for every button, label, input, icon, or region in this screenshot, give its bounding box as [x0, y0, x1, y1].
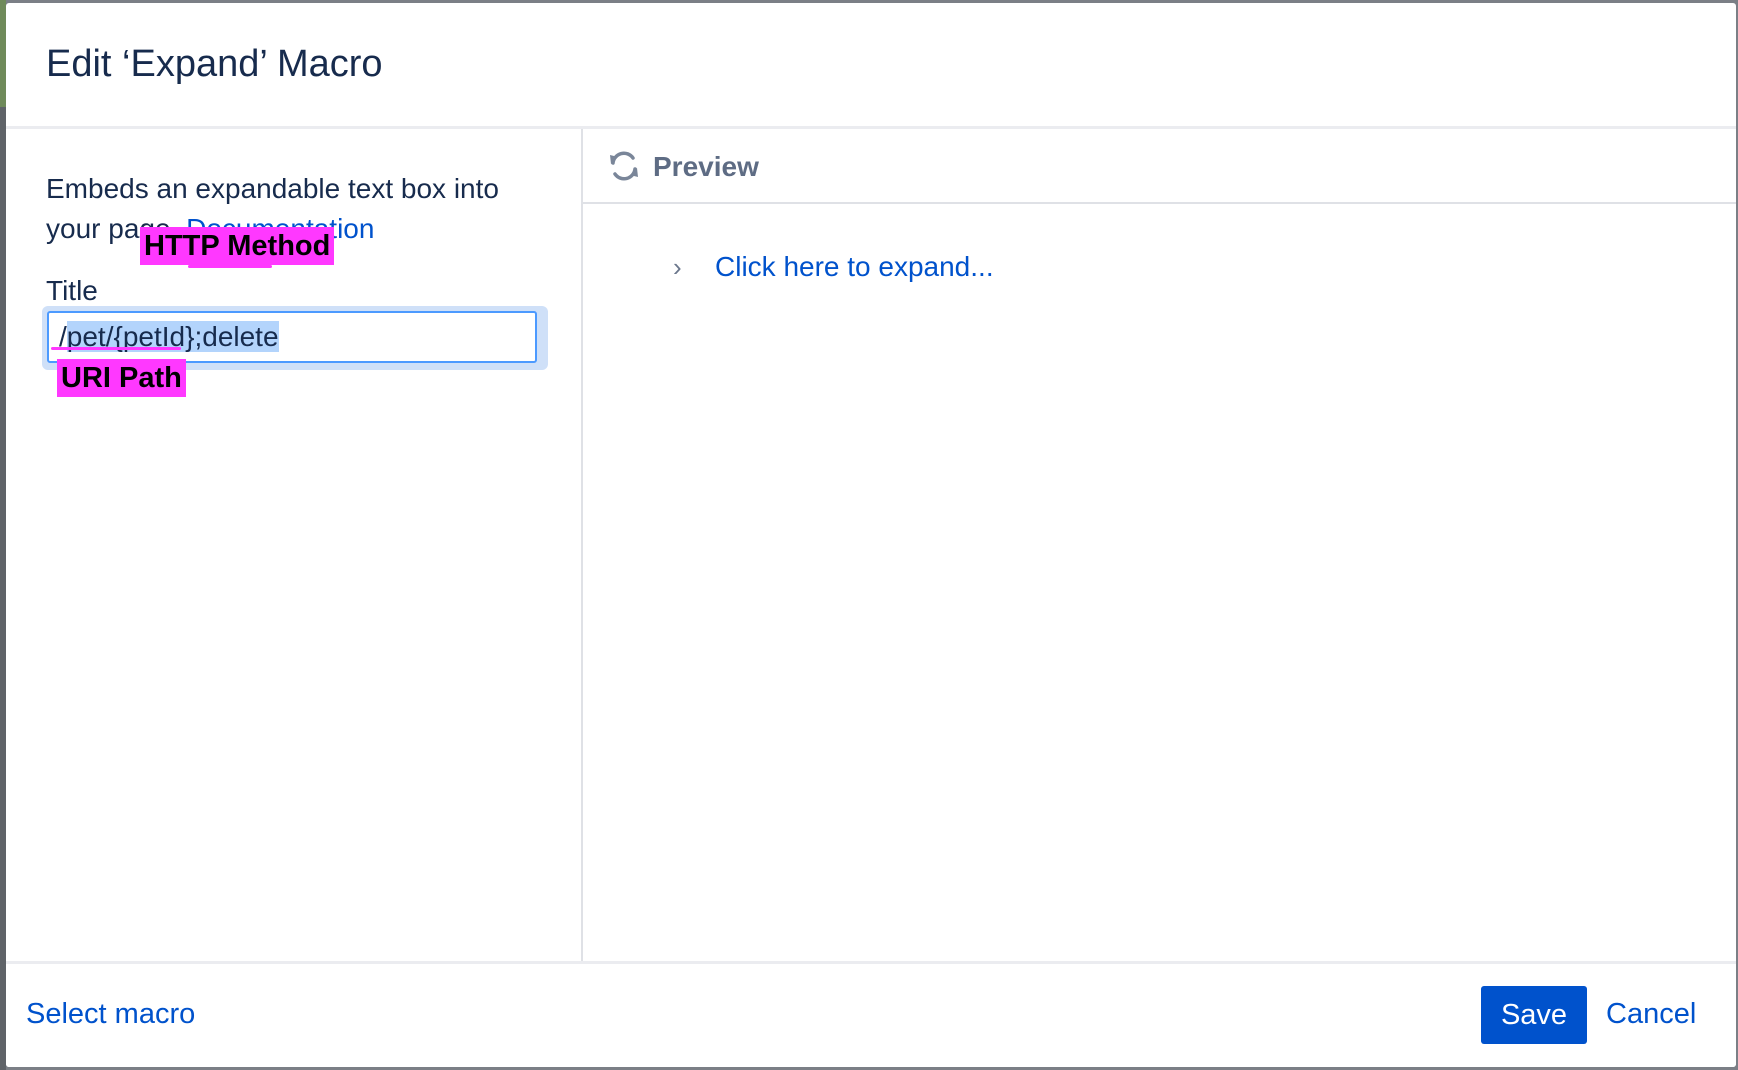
save-button[interactable]: Save: [1481, 986, 1587, 1044]
dialog-header: Edit ‘Expand’ Macro: [6, 3, 1736, 129]
uri-path-underline: [51, 347, 181, 350]
refresh-icon[interactable]: [607, 149, 641, 183]
uri-path-annotation: URI Path: [57, 359, 186, 397]
http-method-annotation: HTTP Method: [140, 227, 335, 265]
title-field-label: Title: [46, 275, 98, 306]
chevron-right-icon: ›: [673, 252, 682, 282]
macro-parameters-panel: Embeds an expandable text box into your …: [6, 129, 583, 961]
title-input[interactable]: /pet/{petId};delete: [47, 311, 537, 363]
preview-label: Preview: [653, 151, 759, 182]
macro-dialog: Edit ‘Expand’ Macro Embeds an expandable…: [6, 3, 1736, 1067]
preview-header: Preview: [583, 129, 1736, 204]
dialog-title: Edit ‘Expand’ Macro: [46, 43, 383, 85]
expand-link[interactable]: Click here to expand...: [715, 251, 994, 283]
select-macro-link[interactable]: Select macro: [26, 998, 195, 1031]
http-method-underline: [188, 265, 272, 268]
cancel-button[interactable]: Cancel: [1606, 998, 1696, 1031]
preview-panel: Preview › Click here to expand...: [583, 129, 1736, 961]
expand-toggle[interactable]: › Click here to expand...: [673, 251, 994, 283]
dialog-footer: Select macro Save Cancel: [6, 961, 1736, 1067]
